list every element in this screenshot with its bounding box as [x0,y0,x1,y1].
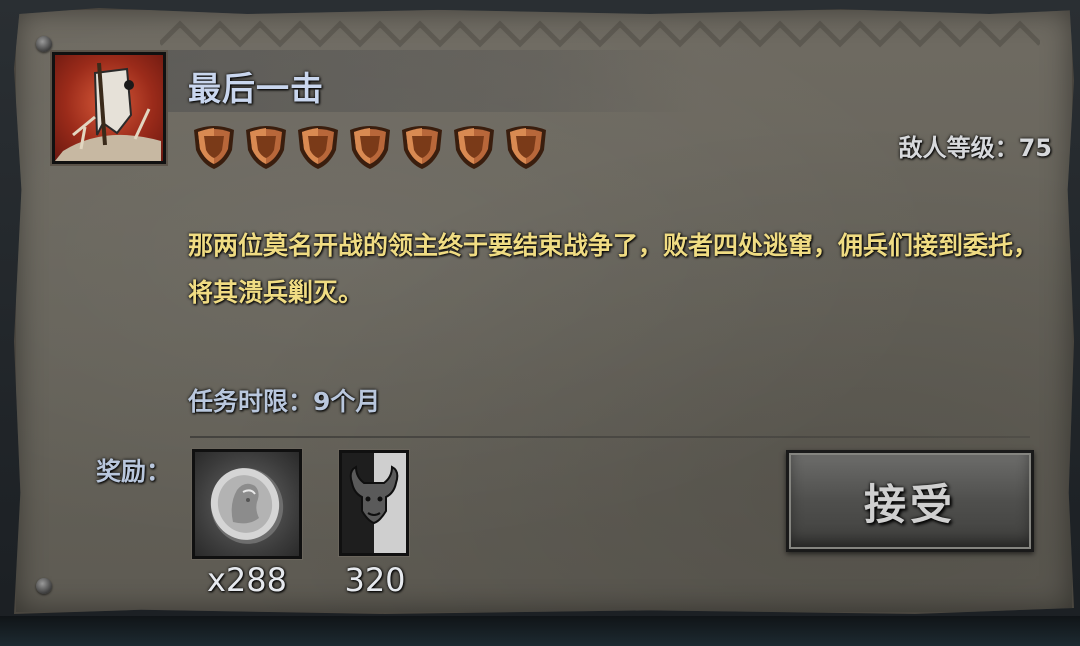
shield-icon [246,126,286,169]
shield-icon [506,126,546,169]
time-limit: 任务时限：9个月 [188,387,381,416]
accept-button[interactable]: 接受 [786,450,1034,552]
shield-icon [298,126,338,169]
screw-icon [36,578,52,594]
reward-amount: 320 [344,561,406,599]
silver-coin-icon [210,468,284,544]
shield-icon [402,126,442,169]
quest-description: 那两位莫名开战的领主终于要结束战争了，败者四处逃窜，佣兵们接到委托，将其溃兵剿灭… [188,231,1039,307]
quest-title: 最后一击 [188,69,324,108]
divider [190,436,1030,438]
reward-item-coin[interactable] [192,449,302,559]
shield-icon [194,126,234,169]
difficulty-rating [190,122,550,170]
reward-label: 奖励： [96,457,172,486]
accept-button-label: 接受 [863,479,956,529]
enemy-level: 敌人等级：75 [898,134,1052,162]
screw-icon [36,36,52,52]
shattered-banner-icon [55,62,161,161]
quest-icon [52,52,166,164]
shield-icon [454,126,494,169]
bottom-bar [0,616,1080,646]
reward-item-banner[interactable] [339,450,409,556]
bull-banner-icon [342,453,406,553]
reward-amount: x288 [206,561,287,599]
shield-icon [350,126,390,169]
game-screen: 最后一击 敌人等级：75 那两位莫名开战的领主终于要结束战争了，败者四处逃窜，佣… [0,0,1080,646]
parchment-pattern [160,20,1040,48]
